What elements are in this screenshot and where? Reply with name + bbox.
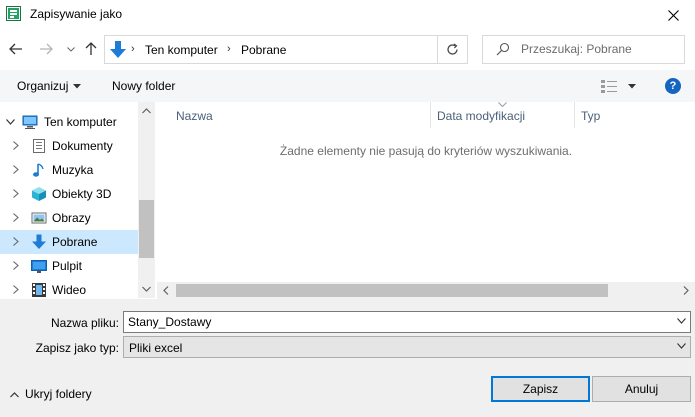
filename-field[interactable] <box>123 311 691 333</box>
column-divider[interactable] <box>430 102 431 128</box>
filename-input[interactable] <box>128 315 668 329</box>
tree-item-obiekty-3d[interactable]: Obiekty 3D <box>0 182 138 206</box>
downloads-icon <box>110 41 126 58</box>
breadcrumb-separator: › <box>131 43 135 55</box>
excel-app-icon <box>6 6 21 21</box>
navigation-row: › Ten komputer › Pobrane <box>0 32 695 66</box>
navigation-pane: Ten komputer Dokumenty Muzyka Obiekty 3D… <box>0 102 155 298</box>
address-bar[interactable]: › Ten komputer › Pobrane <box>104 35 533 64</box>
chevron-down-icon[interactable] <box>6 119 15 125</box>
tree-item-pulpit[interactable]: Pulpit <box>0 254 138 278</box>
chevron-right-icon[interactable] <box>13 189 19 198</box>
pictures-icon <box>31 212 47 224</box>
objects-3d-icon <box>32 187 46 201</box>
chevron-right-icon[interactable] <box>13 165 19 174</box>
tree-item-pobrane[interactable]: Pobrane <box>0 230 138 254</box>
tree-label: Pobrane <box>52 235 98 249</box>
breadcrumb-ten-komputer[interactable]: Ten komputer <box>145 43 218 57</box>
organize-button[interactable]: Organizuj <box>17 79 68 93</box>
chevron-down-icon <box>677 343 686 349</box>
search-input[interactable] <box>521 42 676 56</box>
chevron-up-icon <box>10 391 19 398</box>
scroll-left-icon[interactable] <box>163 286 169 295</box>
filetype-value: Pliki excel <box>129 341 183 355</box>
tree-item-obrazy[interactable]: Obrazy <box>0 206 138 230</box>
tree-label: Dokumenty <box>52 139 113 153</box>
scrollbar-thumb[interactable] <box>139 200 154 258</box>
scrollbar-thumb[interactable] <box>176 284 608 297</box>
column-header-date-modified[interactable]: Data modyfikacji <box>437 109 525 123</box>
tree-item-wideo[interactable]: Wideo <box>0 278 138 298</box>
search-icon <box>496 42 510 56</box>
view-options-button[interactable] <box>601 79 637 96</box>
tree-label: Muzyka <box>52 163 94 177</box>
chevron-right-icon[interactable] <box>13 213 19 222</box>
tree-item-ten-komputer[interactable]: Ten komputer <box>0 110 138 134</box>
forward-button[interactable] <box>38 41 54 57</box>
recent-locations-button[interactable] <box>63 41 79 57</box>
horizontal-scrollbar[interactable] <box>157 282 695 299</box>
tree-label: Obrazy <box>52 211 91 225</box>
file-list[interactable]: Nazwa Data modyfikacji Typ Żadne element… <box>157 102 695 298</box>
back-button[interactable] <box>8 41 24 57</box>
empty-message: Żadne elementy nie pasują do kryteriów w… <box>279 144 573 158</box>
filename-label: Nazwa pliku: <box>50 316 119 330</box>
close-button[interactable] <box>651 0 695 30</box>
navigation-scrollbar[interactable] <box>138 102 155 298</box>
refresh-icon <box>447 43 458 55</box>
filetype-select[interactable]: Pliki excel <box>123 336 691 358</box>
up-button[interactable] <box>83 41 99 57</box>
command-bar: Organizuj Nowy folder ? <box>0 70 695 102</box>
title-bar: Zapisywanie jako <box>0 0 695 30</box>
arrow-left-icon <box>9 43 22 55</box>
details-view-icon <box>601 80 636 93</box>
chevron-right-icon[interactable] <box>13 285 19 294</box>
scroll-down-icon[interactable] <box>142 286 151 292</box>
refresh-button[interactable] <box>437 35 467 64</box>
save-form: Nazwa pliku: Zapisz jako typ: Pliki exce… <box>0 299 695 417</box>
breadcrumb-pobrane[interactable]: Pobrane <box>241 43 286 57</box>
music-icon <box>33 163 44 177</box>
scroll-right-icon[interactable] <box>683 286 689 295</box>
tree-item-dokumenty[interactable]: Dokumenty <box>0 134 138 158</box>
tree-label: Obiekty 3D <box>52 187 112 201</box>
breadcrumb-separator: › <box>227 43 231 55</box>
help-icon[interactable]: ? <box>665 78 681 94</box>
sort-indicator-icon <box>498 102 507 107</box>
window-title: Zapisywanie jako <box>30 7 123 21</box>
downloads-icon <box>32 234 46 249</box>
hide-folders-button[interactable]: Ukryj foldery <box>10 387 92 401</box>
computer-icon <box>22 115 38 129</box>
new-folder-button[interactable]: Nowy folder <box>112 79 175 93</box>
chevron-down-icon <box>67 46 75 52</box>
column-header-name[interactable]: Nazwa <box>176 109 213 123</box>
caret-down-icon <box>73 84 81 89</box>
documents-icon <box>33 139 45 153</box>
chevron-right-icon[interactable] <box>13 141 19 150</box>
chevron-right-icon[interactable] <box>13 261 19 270</box>
column-divider[interactable] <box>574 102 575 128</box>
save-button[interactable]: Zapisz <box>491 376 590 402</box>
hide-folders-label: Ukryj foldery <box>25 387 92 401</box>
arrow-up-icon <box>85 42 97 55</box>
column-header-type[interactable]: Typ <box>581 109 600 123</box>
arrow-right-icon <box>40 43 53 55</box>
search-box[interactable] <box>482 35 685 64</box>
tree-item-muzyka[interactable]: Muzyka <box>0 158 138 182</box>
chevron-right-icon[interactable] <box>13 237 19 246</box>
chevron-down-icon[interactable] <box>677 318 686 324</box>
scroll-up-icon[interactable] <box>142 108 151 114</box>
tree-label: Ten komputer <box>44 115 117 129</box>
cancel-button[interactable]: Anuluj <box>592 376 691 402</box>
tree-label: Wideo <box>52 283 87 297</box>
tree-label: Pulpit <box>52 259 83 273</box>
video-icon <box>32 283 46 297</box>
filetype-label: Zapisz jako typ: <box>35 341 119 355</box>
desktop-icon <box>31 260 47 273</box>
close-icon <box>667 9 679 21</box>
